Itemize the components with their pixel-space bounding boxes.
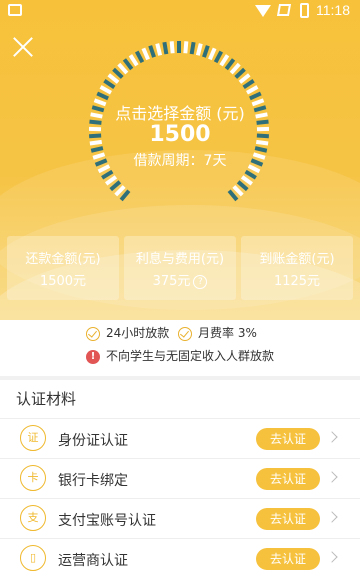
gauge-tick <box>117 62 129 75</box>
gauge-tick <box>112 67 124 79</box>
loan-features: 24小时放款 月费率 3% ! 不向学生与无固定收入人群放款 <box>0 320 360 376</box>
verification-row-bank-card[interactable]: 卡 银行卡绑定 去认证 <box>0 458 360 499</box>
feature-text: 月费率 3% <box>198 326 257 340</box>
gauge-tick <box>232 185 244 197</box>
gauge-tick <box>141 47 150 61</box>
gauge-tick <box>249 91 262 101</box>
verification-row-alipay[interactable]: 支 支付宝账号认证 去认证 <box>0 498 360 539</box>
gauge-tick <box>99 85 112 95</box>
row-label: 身份证认证 <box>58 433 128 449</box>
gauge-tick <box>236 180 249 192</box>
loan-period: 借款周期：7天 <box>133 153 227 169</box>
gauge-tick <box>148 45 156 58</box>
status-bar: 11:18 <box>0 0 360 22</box>
gauge-tick <box>183 41 189 54</box>
gauge-tick <box>238 73 251 84</box>
bank-card-icon: 卡 <box>20 465 46 491</box>
verify-button[interactable]: 去认证 <box>256 468 320 490</box>
gauge-tick <box>213 50 224 64</box>
feature-text: 24小时放款 <box>106 326 170 340</box>
eligibility-warning: ! 不向学生与无固定收入人群放款 <box>86 348 274 364</box>
stat-label: 到账金额(元) <box>259 252 335 267</box>
image-notification-icon <box>8 4 22 16</box>
gauge-tick <box>109 180 122 192</box>
loan-amount[interactable]: 1500 <box>0 122 360 147</box>
stat-label: 利息与费用(元) <box>135 252 225 267</box>
gauge-tick <box>128 54 139 67</box>
close-icon[interactable] <box>12 36 34 58</box>
gauge-title: 点击选择金额 (元) <box>115 104 245 123</box>
gauge-tick <box>96 91 109 101</box>
warning-text: 不向学生与无固定收入人群放款 <box>106 349 275 363</box>
stat-value: 1500元 <box>39 274 87 289</box>
row-label: 支付宝账号认证 <box>58 513 156 529</box>
warning-icon: ! <box>86 349 100 364</box>
phone-icon: ▯ <box>20 545 46 571</box>
gauge-tick <box>101 169 114 180</box>
gauge-tick <box>103 79 116 90</box>
battery-icon <box>300 3 309 18</box>
id-card-icon: 证 <box>20 425 46 451</box>
gauge-tick <box>134 50 145 64</box>
wifi-icon <box>255 5 271 17</box>
status-time: 11:18 <box>316 2 350 18</box>
gauge-tick <box>155 43 163 56</box>
row-label: 运营商认证 <box>58 553 128 569</box>
chevron-right-icon <box>326 431 338 443</box>
gauge-tick <box>244 169 257 180</box>
gauge-tick <box>219 54 230 67</box>
row-label: 银行卡绑定 <box>58 473 128 489</box>
check-circle-icon <box>178 326 192 341</box>
gauge-tick <box>202 45 210 58</box>
feature-monthly-rate: 月费率 3% <box>178 325 257 341</box>
feature-fast-loan: 24小时放款 <box>86 325 169 341</box>
verify-button[interactable]: 去认证 <box>256 548 320 570</box>
stat-value: 1125元 <box>273 274 321 289</box>
gauge-tick <box>122 58 134 71</box>
verification-row-carrier[interactable]: ▯ 运营商认证 去认证 <box>0 538 360 579</box>
gauge-tick <box>229 62 241 75</box>
stat-value: 375元 <box>152 274 191 289</box>
stat-received: 到账金额(元) 1125元 <box>241 236 353 300</box>
section-divider <box>0 376 360 380</box>
verify-button[interactable]: 去认证 <box>256 428 320 450</box>
stat-interest-fees: 利息与费用(元) 375元? <box>124 236 236 300</box>
gauge-tick <box>162 41 169 55</box>
gauge-tick <box>208 47 217 61</box>
loan-summary: 还款金额(元) 1500元 利息与费用(元) 375元? 到账金额(元) 112… <box>7 236 353 300</box>
verification-row-id-card[interactable]: 证 身份证认证 去认证 <box>0 418 360 459</box>
check-circle-icon <box>86 326 100 341</box>
gauge-tick <box>240 175 253 186</box>
help-icon[interactable]: ? <box>193 274 208 289</box>
chevron-right-icon <box>326 551 338 563</box>
gauge-tick <box>242 79 255 90</box>
gauge-tick <box>114 185 126 197</box>
gauge-tick <box>246 85 259 95</box>
chevron-right-icon <box>326 511 338 523</box>
gauge-tick <box>224 58 236 71</box>
gauge-tick <box>169 41 175 54</box>
stat-value-wrap: 375元? <box>124 270 236 289</box>
alipay-icon: 支 <box>20 505 46 531</box>
gauge-tick <box>189 41 196 55</box>
stat-label: 还款金额(元) <box>25 252 101 267</box>
section-title: 认证材料 <box>16 390 77 408</box>
no-signal-icon <box>276 4 292 16</box>
gauge-tick <box>105 175 118 186</box>
chevron-right-icon <box>326 471 338 483</box>
gauge-tick <box>107 73 120 84</box>
gauge-tick <box>195 43 203 56</box>
gauge-tick <box>234 67 246 79</box>
verify-button[interactable]: 去认证 <box>256 508 320 530</box>
gauge-tick <box>119 189 131 202</box>
gauge-tick <box>227 189 239 202</box>
stat-repayment: 还款金额(元) 1500元 <box>7 236 119 300</box>
